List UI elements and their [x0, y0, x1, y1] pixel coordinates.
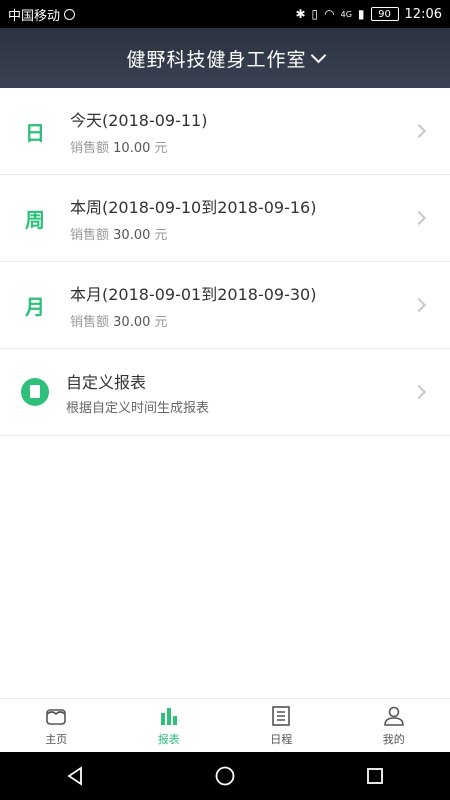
sales-unit: 元 [154, 314, 168, 330]
report-title: 本周(2018-09-10到2018-09-16) [70, 197, 317, 217]
month-icon: 月 [25, 294, 45, 319]
user-icon [383, 706, 404, 726]
back-button[interactable] [55, 756, 95, 796]
sales-value: 30.00 [113, 314, 151, 330]
header[interactable]: 健野科技健身工作室 [0, 28, 450, 88]
sales-label: 销售额 [70, 314, 110, 330]
tab-reports[interactable]: 报表 [113, 699, 226, 752]
report-list: 日 今天(2018-09-11) 销售额 10.00 元 周 本周(2018-0… [0, 88, 450, 436]
custom-report-row[interactable]: 自定义报表 根据自定义时间生成报表 [0, 349, 450, 436]
chevron-right-icon [411, 297, 427, 313]
report-row-month[interactable]: 月 本月(2018-09-01到2018-09-30) 销售额 30.00 元 [0, 262, 450, 349]
day-icon: 日 [25, 120, 45, 145]
custom-report-subtitle: 根据自定义时间生成报表 [66, 400, 210, 416]
schedule-icon [272, 706, 291, 726]
chart-icon [160, 708, 177, 725]
chevron-down-icon[interactable] [310, 47, 326, 63]
battery-icon: 90 [370, 7, 399, 21]
studio-title[interactable]: 健野科技健身工作室 [126, 45, 306, 72]
clock: 12:06 [404, 6, 442, 22]
home-button[interactable] [205, 756, 245, 796]
row-text: 本周(2018-09-10到2018-09-16) 销售额 30.00 元 [70, 194, 414, 243]
tab-schedule[interactable]: 日程 [225, 699, 338, 752]
carrier-logo-icon [64, 8, 76, 20]
document-icon [21, 378, 49, 406]
status-left: 中国移动 [8, 5, 76, 24]
wifi-icon: ◠ [324, 7, 335, 21]
report-title: 今天(2018-09-11) [70, 110, 208, 130]
recents-button[interactable] [355, 756, 395, 796]
vibrate-icon: ▯ [311, 7, 319, 21]
chevron-right-icon [411, 384, 427, 400]
sales-line: 销售额 10.00 元 [70, 137, 414, 156]
home-icon [46, 709, 67, 725]
status-right: ✱ ▯ ◠ 4G ▮ 90 12:06 [295, 7, 442, 22]
report-title: 本月(2018-09-01到2018-09-30) [70, 284, 317, 304]
tab-label: 主页 [45, 733, 68, 746]
report-row-week[interactable]: 周 本周(2018-09-10到2018-09-16) 销售额 30.00 元 [0, 175, 450, 262]
sales-line: 销售额 30.00 元 [70, 224, 414, 243]
report-row-day[interactable]: 日 今天(2018-09-11) 销售额 10.00 元 [0, 88, 450, 175]
week-icon: 周 [25, 207, 45, 232]
recents-square-icon [367, 768, 383, 784]
row-text: 自定义报表 根据自定义时间生成报表 [66, 369, 414, 416]
sales-label: 销售额 [70, 227, 110, 243]
sales-unit: 元 [154, 227, 168, 243]
sales-value: 10.00 [113, 140, 151, 156]
android-nav-bar [0, 752, 450, 800]
network-type: 4G [340, 9, 352, 19]
sales-line: 销售额 30.00 元 [70, 311, 414, 330]
sales-value: 30.00 [113, 227, 151, 243]
bluetooth-icon: ✱ [295, 7, 306, 21]
signal-icon: ▮ [357, 7, 365, 21]
tab-label: 日程 [270, 733, 293, 746]
carrier-name: 中国移动 [8, 8, 61, 24]
tab-label: 报表 [157, 733, 180, 746]
chevron-right-icon [411, 210, 427, 226]
custom-report-title: 自定义报表 [66, 372, 147, 392]
home-circle-icon [215, 766, 235, 786]
back-triangle-icon [67, 766, 82, 786]
status-bar: 中国移动 ✱ ▯ ◠ 4G ▮ 90 12:06 [0, 0, 450, 28]
bottom-tab-bar: 主页 报表 日程 我的 [0, 698, 450, 752]
row-text: 今天(2018-09-11) 销售额 10.00 元 [70, 107, 414, 156]
tab-home[interactable]: 主页 [0, 699, 113, 752]
sales-label: 销售额 [70, 140, 110, 156]
chevron-right-icon [411, 123, 427, 139]
tab-label: 我的 [382, 733, 405, 746]
row-text: 本月(2018-09-01到2018-09-30) 销售额 30.00 元 [70, 281, 414, 330]
tab-profile[interactable]: 我的 [338, 699, 450, 752]
sales-unit: 元 [154, 140, 168, 156]
